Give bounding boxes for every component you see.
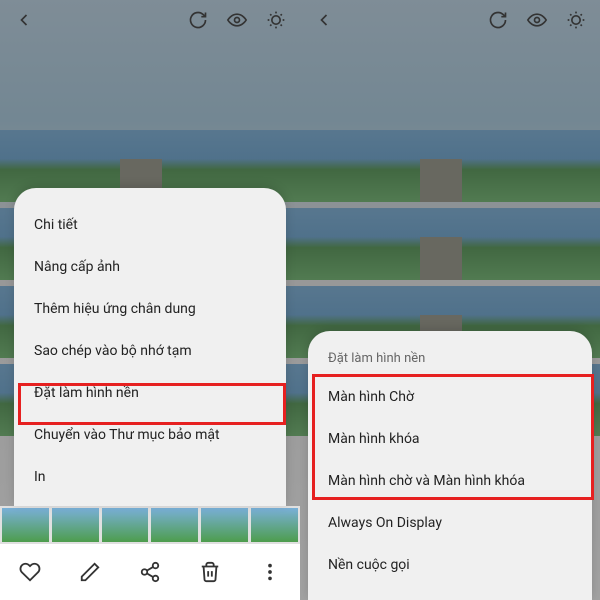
thumbnail[interactable]	[52, 508, 99, 542]
back-icon[interactable]	[314, 10, 334, 30]
wallpaper-menu: Đặt làm hình nền Màn hình Chờ Màn hình k…	[308, 331, 592, 600]
menu-item-secure-folder[interactable]: Chuyển vào Thư mục bảo mật	[14, 414, 286, 456]
thumbnail[interactable]	[201, 508, 248, 542]
menu-item-home-screen[interactable]: Màn hình Chờ	[308, 376, 592, 418]
thumbnail-row	[0, 506, 300, 544]
heart-icon[interactable]	[19, 561, 41, 583]
menu-item-lock-screen[interactable]: Màn hình khóa	[308, 418, 592, 460]
thumbnail[interactable]	[151, 508, 198, 542]
menu-item-both-screens[interactable]: Màn hình chờ và Màn hình khóa	[308, 460, 592, 502]
screenshot-right: Đặt làm hình nền Màn hình Chờ Màn hình k…	[300, 0, 600, 600]
topbar	[0, 0, 300, 40]
sync-icon[interactable]	[488, 10, 508, 30]
menu-title: Đặt làm hình nền	[308, 347, 592, 376]
thumbnail[interactable]	[102, 508, 149, 542]
screenshot-left: Chi tiết Nâng cấp ảnh Thêm hiệu ứng chân…	[0, 0, 300, 600]
photo-strip[interactable]	[300, 130, 600, 202]
sync-icon[interactable]	[188, 10, 208, 30]
menu-item-aod[interactable]: Always On Display	[308, 502, 592, 544]
scan-icon[interactable]	[566, 10, 586, 30]
menu-item-copy[interactable]: Sao chép vào bộ nhớ tạm	[14, 330, 286, 372]
edit-icon[interactable]	[79, 561, 101, 583]
eye-icon[interactable]	[226, 10, 248, 30]
back-icon[interactable]	[14, 10, 34, 30]
share-icon[interactable]	[139, 561, 161, 583]
menu-item-portrait[interactable]: Thêm hiệu ứng chân dung	[14, 288, 286, 330]
menu-item-print[interactable]: In	[14, 456, 286, 498]
menu-item-enhance[interactable]: Nâng cấp ảnh	[14, 246, 286, 288]
thumbnail[interactable]	[2, 508, 49, 542]
menu-item-details[interactable]: Chi tiết	[14, 204, 286, 246]
bottom-toolbar	[0, 544, 300, 600]
thumbnail[interactable]	[251, 508, 298, 542]
topbar	[300, 0, 600, 40]
eye-icon[interactable]	[526, 10, 548, 30]
scan-icon[interactable]	[266, 10, 286, 30]
more-icon[interactable]	[259, 561, 281, 583]
context-menu: Chi tiết Nâng cấp ảnh Thêm hiệu ứng chân…	[14, 188, 286, 506]
menu-item-wallpaper[interactable]: Đặt làm hình nền	[14, 372, 286, 414]
menu-item-call-bg[interactable]: Nền cuộc gọi	[308, 544, 592, 586]
photo-strip[interactable]	[300, 208, 600, 280]
trash-icon[interactable]	[199, 561, 221, 583]
